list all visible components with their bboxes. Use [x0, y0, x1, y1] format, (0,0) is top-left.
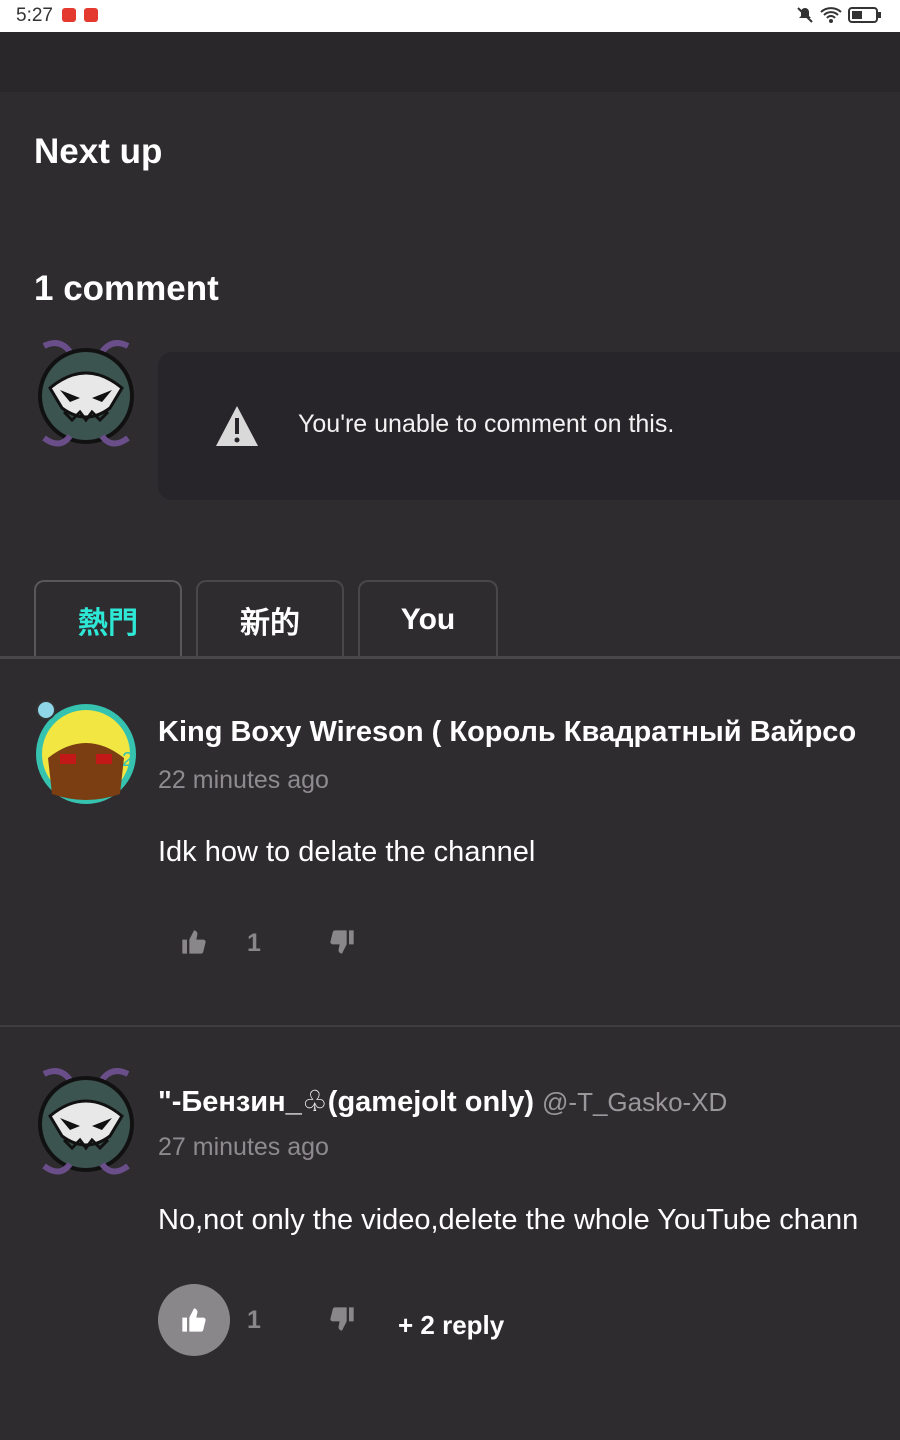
like-icon[interactable]: [180, 928, 208, 956]
view-replies-button[interactable]: + 2 reply: [398, 1310, 504, 1341]
author-name: King Boxy Wireson ( Король Квадратный Ва…: [158, 716, 857, 748]
comment-time: 22 minutes ago: [158, 766, 329, 794]
comment-time: 27 minutes ago: [158, 1133, 329, 1161]
svg-text:2: 2: [122, 749, 133, 771]
top-bar: [0, 32, 900, 92]
comment-divider: [0, 1025, 900, 1027]
comment-text: Idk how to delate the channel: [158, 836, 536, 868]
commenter-avatar[interactable]: [30, 1066, 142, 1178]
battery-icon: [848, 7, 881, 23]
wifi-icon: [820, 7, 842, 23]
author-name: "-Бензин_♧(gamejolt only): [158, 1086, 535, 1118]
status-bar: 5:27: [0, 0, 900, 32]
tab-hot[interactable]: 熱門: [34, 580, 182, 658]
tab-new[interactable]: 新的: [196, 580, 344, 658]
user-avatar[interactable]: [30, 338, 142, 450]
comment-author[interactable]: "-Бензин_♧(gamejolt only) @-T_Gasko-XD: [158, 1084, 727, 1119]
commenter-avatar[interactable]: 2: [30, 698, 142, 810]
tabs-underline: [0, 656, 900, 659]
comment-text: No,not only the video,delete the whole Y…: [158, 1204, 859, 1236]
app-notification-icon: [84, 8, 98, 22]
like-count: 1: [247, 929, 261, 957]
tab-you[interactable]: You: [358, 580, 498, 658]
comment-count-heading: 1 comment: [34, 269, 219, 308]
comment-disabled-notice: You're unable to comment on this.: [158, 352, 900, 500]
author-handle: @-T_Gasko-XD: [542, 1087, 728, 1117]
dislike-icon[interactable]: [328, 1305, 356, 1333]
mute-icon: [797, 7, 813, 23]
dislike-icon[interactable]: [328, 928, 356, 956]
app-notification-icon: [62, 8, 76, 22]
like-button[interactable]: [158, 1284, 230, 1356]
comment-author[interactable]: King Boxy Wireson ( Король Квадратный Ва…: [158, 716, 856, 749]
notice-text: You're unable to comment on this.: [298, 410, 675, 438]
warning-icon: [216, 406, 258, 446]
like-count: 1: [247, 1306, 261, 1334]
next-up-heading: Next up: [34, 132, 163, 171]
status-time: 5:27: [16, 5, 53, 26]
like-icon: [182, 1308, 206, 1332]
